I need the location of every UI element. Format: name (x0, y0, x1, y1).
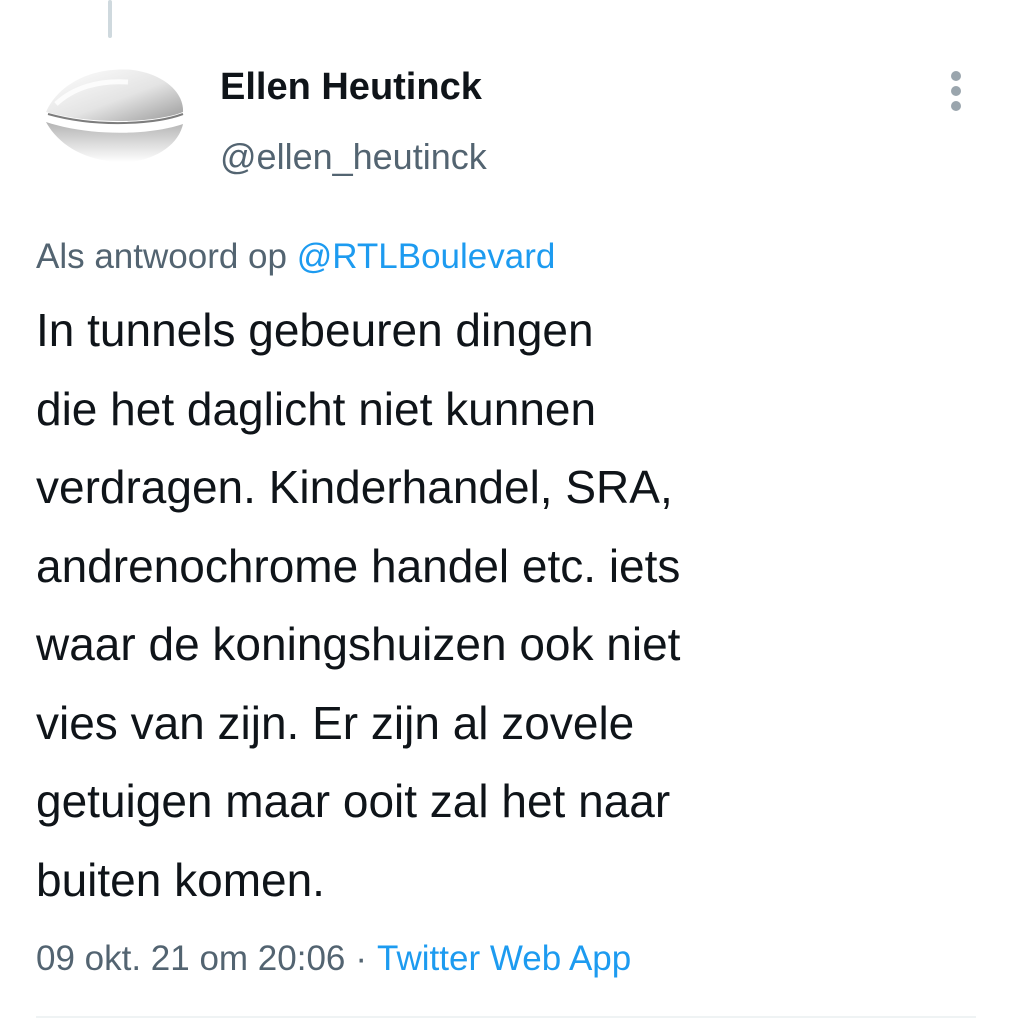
tweet-text-line: vies van zijn. Er zijn al zovele (36, 696, 635, 749)
tweet-text-line: buiten komen. (36, 853, 325, 906)
tweet-text-line: waar de koningshuizen ook niet (36, 618, 681, 670)
tweet-timestamp[interactable]: 09 okt. 21 om 20:06 (36, 939, 345, 978)
tweet-text-line: verdragen. Kinderhandel, SRA, (36, 461, 673, 513)
tweet-text-line: In tunnels gebeuren dingen (36, 304, 594, 356)
thread-connector-line (108, 0, 112, 38)
author-display-name[interactable]: Ellen Heutinck (220, 62, 487, 112)
tweet-text: In tunnels gebeuren dingen die het dagli… (36, 291, 996, 919)
divider (36, 1016, 976, 1018)
author-handle[interactable]: @ellen_heutinck (220, 134, 487, 180)
reply-mention-link[interactable]: @RTLBoulevard (297, 237, 556, 276)
vertical-ellipsis-icon (951, 71, 961, 111)
tweet-text-line: getuigen maar ooit zal het naar (36, 775, 671, 827)
reply-context-prefix: Als antwoord op (36, 237, 287, 276)
avatar[interactable] (38, 44, 188, 194)
tweet-metadata: 09 okt. 21 om 20:06 · Twitter Web App (36, 936, 631, 982)
avatar-image (38, 44, 188, 194)
more-options-button[interactable] (934, 62, 978, 120)
tweet-text-line: die het daglicht niet kunnen (36, 382, 597, 435)
reply-context: Als antwoord op @RTLBoulevard (36, 234, 555, 280)
tweet-text-line: andrenochrome handel etc. iets (36, 539, 681, 592)
tweet-source-link[interactable]: Twitter Web App (377, 939, 631, 978)
meta-separator: · (355, 939, 368, 978)
tweet-author[interactable]: Ellen Heutinck @ellen_heutinck (220, 62, 487, 180)
